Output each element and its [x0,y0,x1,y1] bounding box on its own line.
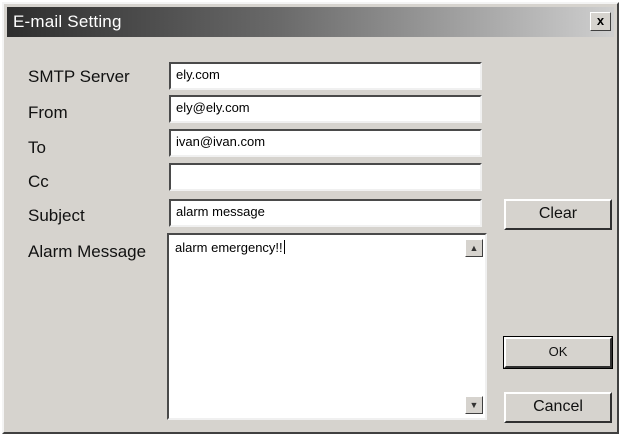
email-setting-dialog: E-mail Setting x SMTP Server ely.com Fro… [2,2,619,434]
dialog-title: E-mail Setting [13,12,122,31]
text-caret [283,240,285,254]
smtp-server-label: SMTP Server [28,67,130,86]
scroll-up-arrow-icon[interactable]: ▲ [465,239,483,257]
to-label: To [28,138,46,157]
ok-button[interactable]: OK [503,336,613,369]
alarm-message-text: alarm emergency!! [175,240,285,255]
subject-input[interactable]: alarm message [169,199,482,227]
close-icon[interactable]: x [590,12,611,31]
smtp-server-input[interactable]: ely.com [169,62,482,90]
from-input[interactable]: ely@ely.com [169,95,482,123]
title-bar[interactable]: E-mail Setting x [7,7,614,37]
vertical-scrollbar[interactable]: ▲ ▼ [463,235,485,418]
clear-button[interactable]: Clear [504,199,612,230]
alarm-message-value: alarm emergency!! [175,240,283,255]
scroll-down-arrow-icon[interactable]: ▼ [465,396,483,414]
alarm-message-textarea[interactable]: alarm emergency!! ▲ ▼ [167,233,487,420]
cc-label: Cc [28,172,49,191]
alarm-message-label: Alarm Message [28,242,147,261]
to-input[interactable]: ivan@ivan.com [169,129,482,157]
subject-label: Subject [28,206,85,225]
cancel-button[interactable]: Cancel [504,392,612,423]
cc-input[interactable] [169,163,482,191]
from-label: From [28,103,68,122]
